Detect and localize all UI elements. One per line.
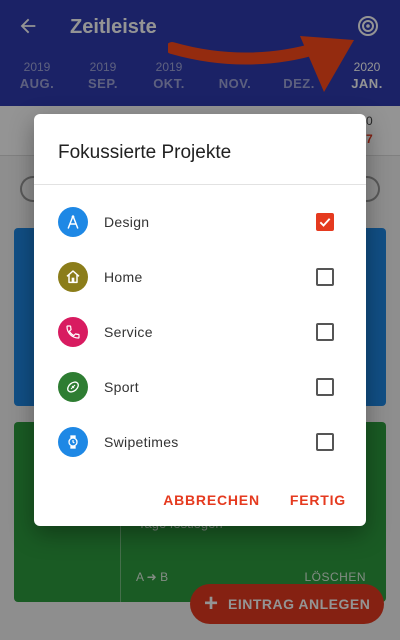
project-label: Service <box>104 323 153 340</box>
project-label: Sport <box>104 378 139 395</box>
cancel-button[interactable]: ABBRECHEN <box>163 492 260 508</box>
dialog-actions: ABBRECHEN FERTIG <box>163 492 346 508</box>
design-checkbox[interactable] <box>316 212 334 231</box>
compass-icon <box>58 206 88 237</box>
done-button[interactable]: FERTIG <box>290 492 346 508</box>
project-label: Design <box>104 213 150 230</box>
project-item-sport[interactable]: Sport <box>34 359 366 414</box>
home-icon <box>58 261 88 292</box>
football-icon <box>58 371 88 402</box>
divider <box>34 184 366 185</box>
project-item-swipetimes[interactable]: Swipetimes <box>34 414 366 469</box>
project-label: Swipetimes <box>104 433 179 450</box>
project-list: Design Home Service Sport Swipetimes <box>34 194 366 469</box>
swipetimes-checkbox[interactable] <box>316 432 334 451</box>
phone-icon <box>58 316 88 347</box>
project-item-home[interactable]: Home <box>34 249 366 304</box>
project-label: Home <box>104 268 143 285</box>
project-item-design[interactable]: Design <box>34 194 366 249</box>
watch-icon <box>58 426 88 457</box>
dialog-title: Fokussierte Projekte <box>58 142 232 163</box>
home-checkbox[interactable] <box>316 267 334 286</box>
service-checkbox[interactable] <box>316 322 334 341</box>
sport-checkbox[interactable] <box>316 377 334 396</box>
project-item-service[interactable]: Service <box>34 304 366 359</box>
focused-projects-dialog: Fokussierte Projekte Design Home Service <box>34 114 366 526</box>
